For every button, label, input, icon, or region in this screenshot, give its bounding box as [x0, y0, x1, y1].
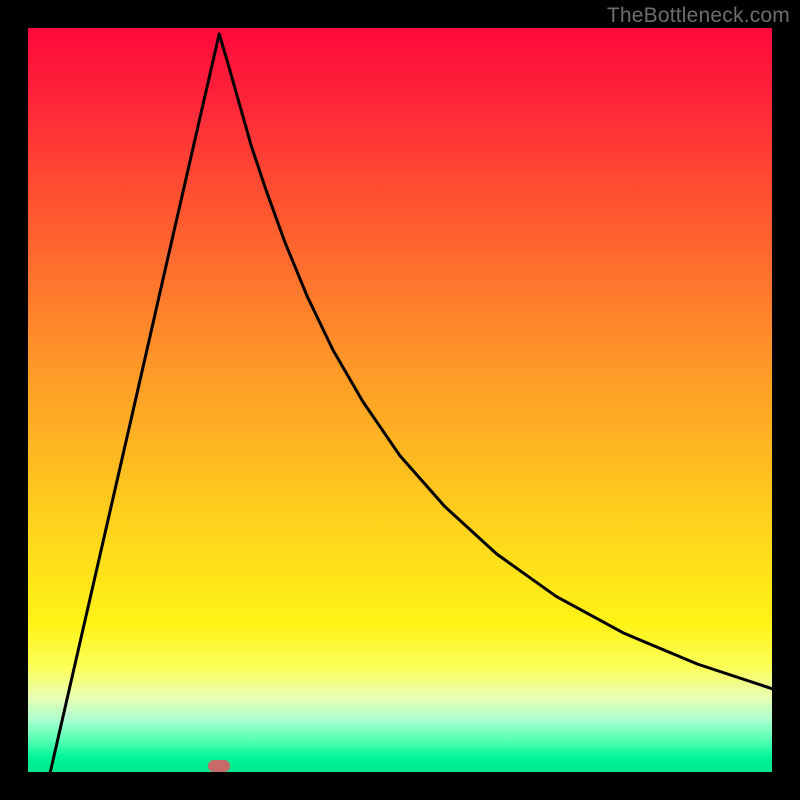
minimum-marker — [208, 760, 230, 772]
plot-area — [28, 28, 772, 772]
watermark-text: TheBottleneck.com — [607, 4, 790, 28]
bottleneck-curve — [50, 34, 772, 772]
curve-svg — [28, 28, 772, 772]
